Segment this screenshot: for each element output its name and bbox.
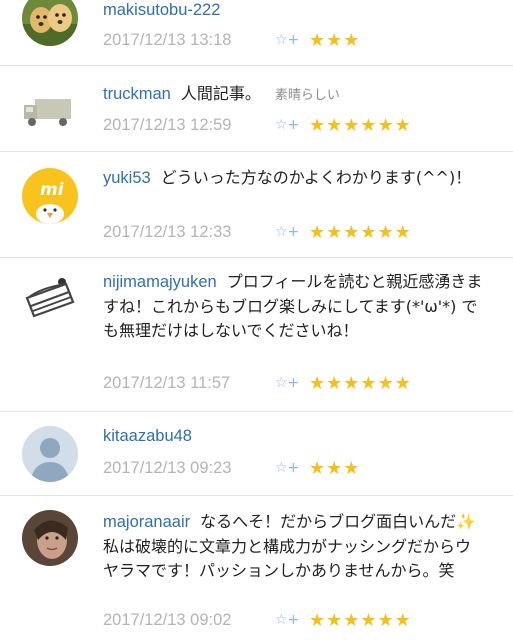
- comment-text: 人間記事。: [180, 84, 261, 103]
- comment-meta: 2017/12/13 12:33 ☆+ ★★★★★★: [103, 220, 412, 244]
- comment-body: truckman 人間記事。 素晴らしい: [103, 82, 493, 108]
- comment-date[interactable]: 2017/12/13 12:59: [103, 116, 275, 135]
- comment-body: yuki53 どういった方なのかよくわかります(^^)！: [103, 166, 493, 190]
- star-rating[interactable]: ★★★★★★: [309, 222, 412, 243]
- default-person-avatar-icon[interactable]: [22, 426, 78, 482]
- comment-date[interactable]: 2017/12/13 11:57: [103, 374, 275, 393]
- comment-body: nijimamajyuken プロフィールを読むと親近感湧きますね！これからもブロ…: [103, 270, 483, 344]
- add-star-button[interactable]: ☆+: [275, 117, 309, 133]
- comment-meta: 2017/12/13 11:57 ☆+ ★★★★★★: [103, 371, 412, 395]
- username-link[interactable]: truckman: [103, 85, 171, 103]
- star-rating[interactable]: ★★★★★★: [309, 610, 412, 631]
- comment-body: makisutobu-222: [103, 0, 493, 22]
- comment-meta: 2017/12/13 12:59 ☆+ ★★★★★★: [103, 113, 412, 137]
- username-link[interactable]: kitaazabu48: [103, 427, 192, 445]
- add-star-button[interactable]: ☆+: [275, 612, 309, 628]
- star-rating[interactable]: ★★★★★★: [309, 115, 412, 136]
- comment-item: makisutobu-222 2017/12/13 13:18 ☆+ ★★★: [0, 0, 513, 66]
- username-link[interactable]: majoranaair: [103, 513, 190, 531]
- comment-meta: 2017/12/13 09:23 ☆+ ★★★: [103, 456, 360, 480]
- comment-meta: 2017/12/13 09:02 ☆+ ★★★★★★: [103, 608, 412, 632]
- comment-item: kitaazabu48 2017/12/13 09:23 ☆+ ★★★: [0, 412, 513, 496]
- cake-avatar-icon[interactable]: [22, 268, 78, 324]
- svg-text:mi: mi: [40, 180, 65, 200]
- comment-item: nijimamajyuken プロフィールを読むと親近感湧きますね！これからもブロ…: [0, 258, 513, 412]
- comment-date[interactable]: 2017/12/13 13:18: [103, 31, 275, 50]
- portrait-photo-avatar-icon[interactable]: [22, 510, 78, 566]
- add-star-button[interactable]: ☆+: [275, 224, 309, 240]
- star-rating[interactable]: ★★★: [309, 458, 360, 479]
- add-star-button[interactable]: ☆+: [275, 375, 309, 391]
- username-link[interactable]: makisutobu-222: [103, 1, 220, 19]
- comment-text: どういった方なのかよくわかります(^^)！: [160, 168, 472, 187]
- comment-date[interactable]: 2017/12/13 12:33: [103, 223, 275, 242]
- mi-chick-avatar-icon[interactable]: mi: [22, 168, 78, 224]
- comment-list: makisutobu-222 2017/12/13 13:18 ☆+ ★★★ t…: [0, 0, 513, 640]
- comment-item: mi yuki53 どういった方なのかよくわかります(^^)！ 2017/12/1…: [0, 152, 513, 258]
- comment-body: kitaazabu48: [103, 424, 493, 448]
- truck-avatar-icon[interactable]: [22, 80, 78, 136]
- add-star-button[interactable]: ☆+: [275, 460, 309, 476]
- username-link[interactable]: nijimamajyuken: [103, 273, 217, 291]
- comment-date[interactable]: 2017/12/13 09:23: [103, 459, 275, 478]
- comment-body: majoranaair なるへそ！だからブログ面白いんだ✨私は破壊的に文章力と構成…: [103, 510, 483, 584]
- username-link[interactable]: yuki53: [103, 169, 151, 187]
- star-rating[interactable]: ★★★: [309, 30, 360, 51]
- add-star-button[interactable]: ☆+: [275, 32, 309, 48]
- comment-item: truckman 人間記事。 素晴らしい 2017/12/13 12:59 ☆+ ★…: [0, 66, 513, 152]
- star-rating[interactable]: ★★★★★★: [309, 373, 412, 394]
- dog-photo-avatar-icon[interactable]: [22, 0, 78, 46]
- comment-date[interactable]: 2017/12/13 09:02: [103, 611, 275, 630]
- comment-tag[interactable]: 素晴らしい: [275, 88, 340, 103]
- comment-item: majoranaair なるへそ！だからブログ面白いんだ✨私は破壊的に文章力と構成…: [0, 496, 513, 640]
- comment-meta: 2017/12/13 13:18 ☆+ ★★★: [103, 28, 360, 52]
